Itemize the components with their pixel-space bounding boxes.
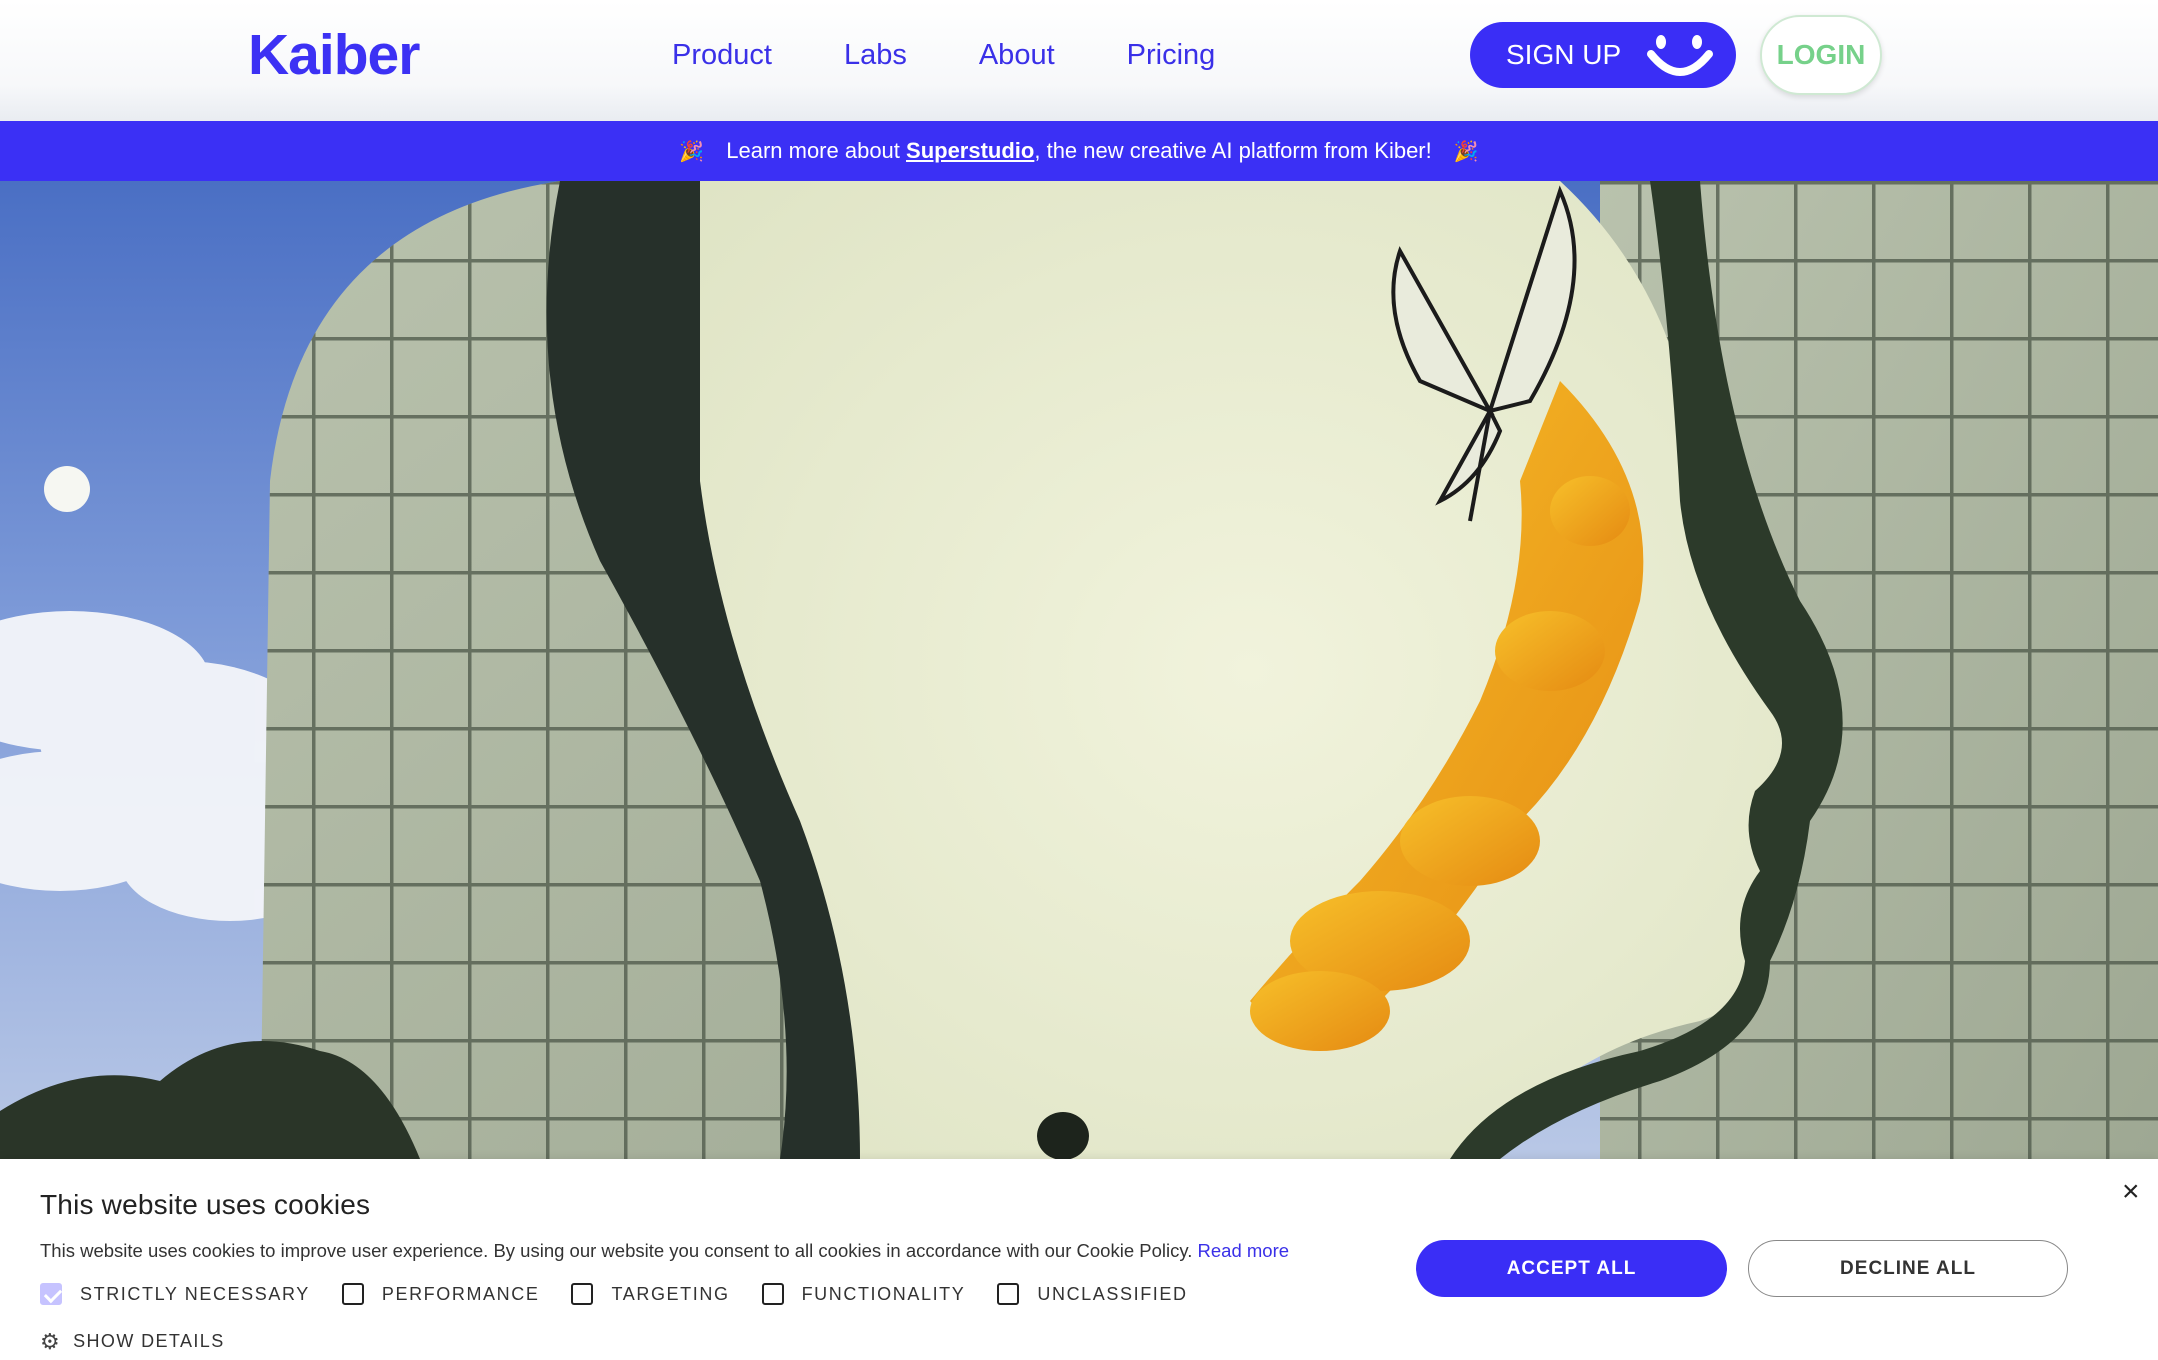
accept-all-button[interactable]: ACCEPT ALL bbox=[1416, 1240, 1727, 1297]
announcement-banner: 🎉 Learn more about Superstudio , the new… bbox=[0, 121, 2158, 181]
option-label: STRICTLY NECESSARY bbox=[80, 1283, 310, 1304]
option-label: UNCLASSIFIED bbox=[1037, 1283, 1188, 1304]
party-popper-icon-right: 🎉 bbox=[1453, 140, 1479, 163]
site-header: Kaiber Product Labs About Pricing SIGN U… bbox=[0, 0, 2158, 121]
option-label: FUNCTIONALITY bbox=[801, 1283, 966, 1304]
option-functionality[interactable]: FUNCTIONALITY bbox=[761, 1283, 966, 1305]
checkbox-unclassified[interactable] bbox=[997, 1283, 1020, 1305]
cookie-options: STRICTLY NECESSARY PERFORMANCE TARGETING… bbox=[40, 1283, 1220, 1305]
checkbox-performance[interactable] bbox=[341, 1283, 364, 1305]
option-performance[interactable]: PERFORMANCE bbox=[341, 1283, 540, 1305]
decline-all-button[interactable]: DECLINE ALL bbox=[1748, 1240, 2068, 1297]
checkbox-functionality[interactable] bbox=[761, 1283, 784, 1305]
sign-up-label: SIGN UP bbox=[1506, 39, 1622, 70]
superstudio-link[interactable]: Superstudio bbox=[906, 138, 1034, 164]
main-nav: Product Labs About Pricing bbox=[672, 32, 1287, 78]
show-details-label: SHOW DETAILS bbox=[73, 1331, 225, 1351]
option-targeting[interactable]: TARGETING bbox=[571, 1283, 729, 1305]
checkbox-strictly-necessary[interactable] bbox=[40, 1283, 62, 1305]
cookie-title: This website uses cookies bbox=[40, 1189, 371, 1220]
login-button[interactable]: LOGIN bbox=[1760, 15, 1882, 95]
show-details-toggle[interactable]: ⚙ SHOW DETAILS bbox=[40, 1328, 225, 1354]
banner-prefix: Learn more about bbox=[726, 138, 907, 163]
option-label: TARGETING bbox=[611, 1283, 730, 1304]
close-icon[interactable]: × bbox=[2122, 1177, 2140, 1207]
read-more-link[interactable]: Read more bbox=[1198, 1240, 1290, 1261]
kaiber-logo[interactable]: Kaiber bbox=[248, 22, 420, 88]
party-popper-icon: 🎉 bbox=[679, 140, 705, 163]
cookie-description: This website uses cookies to improve use… bbox=[40, 1240, 1289, 1262]
smiley-face-icon bbox=[1643, 28, 1717, 82]
option-unclassified[interactable]: UNCLASSIFIED bbox=[997, 1283, 1187, 1305]
nav-about[interactable]: About bbox=[979, 32, 1055, 78]
cookie-consent-bar: This website uses cookies This website u… bbox=[0, 1159, 2158, 1360]
checkbox-targeting[interactable] bbox=[571, 1283, 594, 1305]
option-label: PERFORMANCE bbox=[381, 1283, 540, 1304]
gear-icon: ⚙ bbox=[40, 1328, 62, 1354]
hero-artwork bbox=[0, 181, 2158, 1159]
nav-pricing[interactable]: Pricing bbox=[1127, 32, 1216, 78]
nav-product[interactable]: Product bbox=[672, 32, 772, 78]
cookie-description-text: This website uses cookies to improve use… bbox=[40, 1240, 1193, 1261]
sign-up-button[interactable]: SIGN UP bbox=[1470, 22, 1736, 88]
nav-labs[interactable]: Labs bbox=[844, 32, 907, 78]
banner-suffix: , the new creative AI platform from Kibe… bbox=[1034, 138, 1432, 163]
option-strictly-necessary[interactable]: STRICTLY NECESSARY bbox=[40, 1283, 310, 1305]
